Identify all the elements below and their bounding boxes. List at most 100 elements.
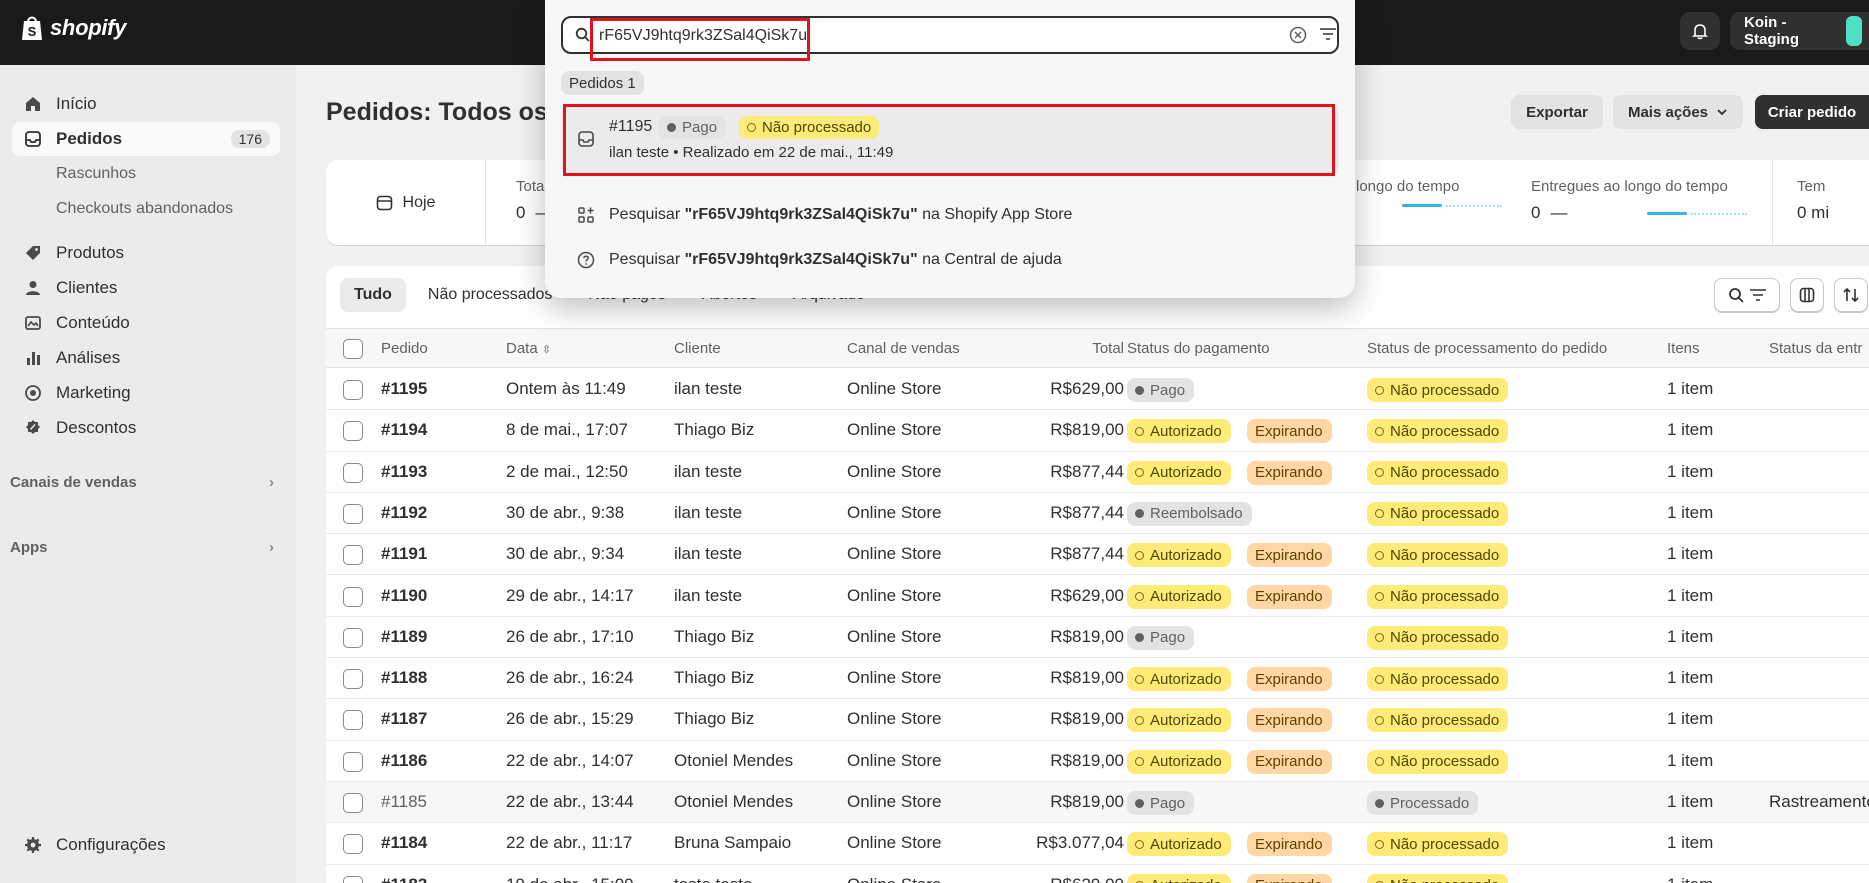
sidebar-item-clientes[interactable]: Clientes (12, 271, 280, 305)
sidebar-item-checkouts-abandonados[interactable]: Checkouts abandonados (12, 192, 280, 226)
filter-icon[interactable] (1319, 27, 1337, 41)
badge-label: Expirando (1255, 464, 1323, 482)
order-number[interactable]: #1184 (381, 833, 427, 853)
row-checkbox[interactable] (343, 751, 363, 772)
order-customer: ilan teste (674, 585, 743, 605)
order-number[interactable]: #1188 (381, 668, 427, 688)
header-delivery-status[interactable]: Status da entr (1769, 340, 1862, 357)
sidebar-item-label: Conteúdo (56, 313, 130, 332)
header-payment-status[interactable]: Status do pagamento (1127, 340, 1270, 357)
metric-time[interactable]: Tem 0 mi (1772, 160, 1829, 245)
more-actions-button[interactable]: Mais ações (1613, 95, 1743, 129)
sidebar-item-configuracoes[interactable]: Configurações (12, 828, 280, 862)
header-fulfillment-status[interactable]: Status de processamento do pedido (1367, 340, 1607, 357)
search-app-store-link[interactable]: Pesquisar "rF65VJ9htq9rk3ZSal4QiSk7u" na… (577, 203, 1072, 227)
sidebar-item-descontos[interactable]: Descontos (12, 411, 280, 445)
shopify-logo[interactable]: S shopify (20, 14, 126, 42)
create-order-button[interactable]: Criar pedido (1755, 95, 1869, 129)
orders-results-pill[interactable]: Pedidos 1 (561, 71, 644, 95)
search-filter-button[interactable] (1714, 278, 1780, 312)
ring-icon (1375, 715, 1384, 725)
order-number[interactable]: #1185 (381, 792, 427, 812)
badge-label: Expirando (1255, 546, 1323, 564)
row-checkbox[interactable] (343, 586, 363, 607)
order-number[interactable]: #1192 (381, 503, 427, 523)
fulfillment-status-badge: Não processado (1367, 708, 1509, 733)
sidebar-section-apps[interactable]: Apps › (10, 533, 280, 561)
order-number[interactable]: #1193 (381, 462, 427, 482)
order-number[interactable]: #1187 (381, 709, 427, 729)
row-checkbox[interactable] (343, 462, 363, 483)
order-number[interactable]: #1183 (381, 875, 427, 883)
table-row[interactable]: #1194 8 de mai., 17:07 Thiago Biz Online St… (326, 410, 1869, 452)
order-total: R$877,44 (1050, 544, 1124, 564)
sidebar-item-label: Análises (56, 348, 121, 367)
row-checkbox[interactable] (343, 834, 363, 855)
table-row[interactable]: #1188 26 de abr., 16:24 Thiago Biz Online S… (326, 658, 1869, 700)
order-number[interactable]: #1190 (381, 586, 427, 606)
row-checkbox[interactable] (343, 380, 363, 400)
tab-tudo[interactable]: Tudo (340, 278, 406, 312)
table-row[interactable]: #1183 19 de abr., 15:09 teste teste Online … (326, 864, 1869, 883)
row-checkbox[interactable] (343, 627, 363, 648)
row-checkbox[interactable] (343, 710, 363, 731)
row-checkbox[interactable] (343, 793, 363, 813)
select-all-checkbox[interactable] (343, 339, 363, 359)
bell-icon (1692, 24, 1708, 40)
order-number[interactable]: #1191 (381, 544, 427, 564)
table-row[interactable]: #1190 29 de abr., 14:17 ilan teste Online S… (326, 575, 1869, 617)
table-row[interactable]: #1189 26 de abr., 17:10 Thiago Biz Online S… (326, 616, 1869, 659)
date-range-button[interactable]: Hoje (326, 160, 486, 245)
table-row[interactable]: #1186 22 de abr., 14:07 Otoniel Mendes Onli… (326, 740, 1869, 782)
sidebar-section-canais-de-vendas[interactable]: Canais de vendas › (10, 468, 280, 496)
order-number[interactable]: #1194 (381, 420, 427, 440)
metric-delivered-over-time[interactable]: Entregues ao longo do tempo 0 — (1531, 178, 1748, 223)
order-total: R$819,00 (1050, 626, 1124, 646)
tab-nao-processados[interactable]: Não processados (414, 278, 567, 312)
search-help-center-link[interactable]: Pesquisar "rF65VJ9htq9rk3ZSal4QiSk7u" na… (577, 248, 1062, 272)
order-number[interactable]: #1195 (381, 379, 427, 399)
table-row[interactable]: #1187 26 de abr., 15:29 Thiago Biz Online S… (326, 699, 1869, 741)
header-order[interactable]: Pedido (381, 340, 428, 357)
sort-button[interactable] (1834, 278, 1868, 312)
row-checkbox[interactable] (343, 545, 363, 566)
sidebar-item-produtos[interactable]: Produtos (12, 236, 280, 270)
row-checkbox[interactable] (343, 421, 363, 442)
table-row[interactable]: #1192 30 de abr., 9:38 ilan teste Online St… (326, 492, 1869, 535)
metric-over-time[interactable]: longo do tempo (1356, 178, 1502, 207)
clear-icon[interactable] (1289, 26, 1307, 44)
payment-status-badge: Expirando (1247, 749, 1332, 774)
header-channel[interactable]: Canal de vendas (847, 340, 960, 357)
table-row[interactable]: #1184 22 de abr., 11:17 Bruna Sampaio Onlin… (326, 823, 1869, 865)
sidebar-item-conteudo[interactable]: Conteúdo (12, 306, 280, 340)
sidebar-item-pedidos[interactable]: Pedidos 176 (12, 122, 280, 156)
order-items: 1 item (1667, 544, 1714, 564)
search-field[interactable] (561, 16, 1339, 54)
sidebar-item-rascunhos[interactable]: Rascunhos (12, 157, 280, 191)
sidebar-item-marketing[interactable]: Marketing (12, 376, 280, 410)
header-total[interactable]: Total (1064, 340, 1124, 357)
table-row[interactable]: #1193 2 de mai., 12:50 ilan teste Online St… (326, 451, 1869, 493)
table-row[interactable]: #1185 22 de abr., 13:44 Otoniel Mendes Onli… (326, 782, 1869, 824)
store-switcher-button[interactable]: Koin - Staging (1730, 12, 1869, 50)
order-number[interactable]: #1186 (381, 751, 427, 771)
metric-total[interactable]: Tota 0– (516, 178, 545, 223)
table-row[interactable]: #1191 30 de abr., 9:34 ilan teste Online St… (326, 534, 1869, 576)
header-customer[interactable]: Cliente (674, 340, 721, 357)
dot-icon (1375, 798, 1384, 808)
header-items[interactable]: Itens (1667, 340, 1700, 357)
row-checkbox[interactable] (343, 669, 363, 690)
export-button[interactable]: Exportar (1511, 95, 1603, 129)
search-input[interactable] (599, 24, 1159, 48)
row-checkbox[interactable] (343, 875, 363, 883)
header-date[interactable]: Data ⇳ (506, 340, 551, 357)
sort-arrows-icon: ⇳ (541, 344, 552, 356)
columns-button[interactable] (1790, 278, 1824, 312)
sidebar-item-inicio[interactable]: Início (12, 87, 280, 121)
row-checkbox[interactable] (343, 503, 363, 524)
search-result-order[interactable]: #1195 Pago Não processado ilan teste • R… (561, 106, 1339, 174)
table-row[interactable]: #1195 Ontem às 11:49 ilan teste Online Stor… (326, 369, 1869, 411)
sidebar-item-analises[interactable]: Análises (12, 341, 280, 375)
notifications-button[interactable] (1680, 12, 1720, 50)
order-number[interactable]: #1189 (381, 627, 427, 647)
